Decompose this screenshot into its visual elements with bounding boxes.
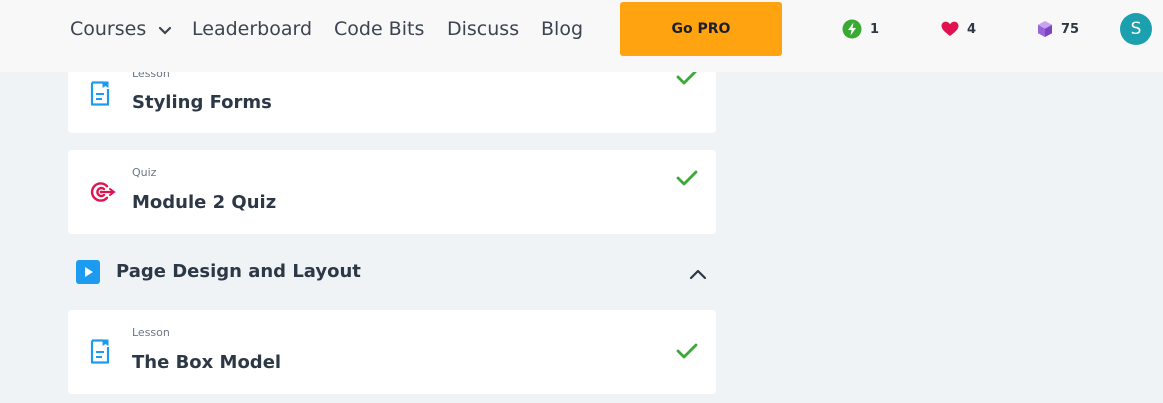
nav-courses[interactable]: Courses — [70, 17, 172, 42]
go-pro-button[interactable]: Go PRO — [620, 2, 782, 56]
module-header-page-design[interactable]: Page Design and Layout — [68, 255, 716, 289]
top-nav-bar: Courses Leaderboard Code Bits Discuss Bl… — [0, 0, 1163, 72]
lesson-icon — [90, 81, 110, 110]
streak-count: 1 — [870, 21, 880, 37]
heart-icon — [941, 21, 959, 36]
item-title: Module 2 Quiz — [132, 192, 277, 213]
item-kind-label: Lesson — [132, 326, 170, 339]
streak-counter[interactable]: 1 — [842, 19, 879, 39]
nav-leaderboard[interactable]: Leaderboard — [192, 17, 312, 41]
check-icon — [676, 170, 698, 190]
lightning-icon — [842, 19, 862, 39]
hearts-count: 4 — [967, 21, 977, 37]
nav-blog[interactable]: Blog — [541, 17, 583, 41]
nav-discuss[interactable]: Discuss — [447, 17, 519, 41]
play-icon — [76, 260, 100, 288]
item-title: The Box Model — [132, 352, 282, 373]
item-title: Styling Forms — [132, 92, 272, 113]
quiz-card-module-2[interactable]: Quiz Module 2 Quiz — [68, 150, 716, 234]
bits-counter[interactable]: 75 — [1037, 19, 1079, 39]
lesson-icon — [90, 339, 110, 368]
lesson-card-box-model[interactable]: Lesson The Box Model — [68, 310, 716, 394]
chevron-down-icon — [158, 18, 172, 42]
hearts-counter[interactable]: 4 — [941, 19, 976, 39]
module-title: Page Design and Layout — [116, 261, 361, 282]
bits-count: 75 — [1061, 21, 1080, 37]
avatar[interactable]: S — [1120, 13, 1152, 45]
item-kind-label: Quiz — [132, 166, 157, 179]
cube-icon — [1038, 21, 1052, 37]
check-icon — [676, 69, 698, 89]
nav-code-bits[interactable]: Code Bits — [334, 17, 424, 41]
quiz-target-icon — [90, 180, 116, 208]
check-icon — [676, 343, 698, 363]
nav-courses-label: Courses — [70, 18, 147, 40]
chevron-up-icon[interactable] — [689, 265, 707, 284]
